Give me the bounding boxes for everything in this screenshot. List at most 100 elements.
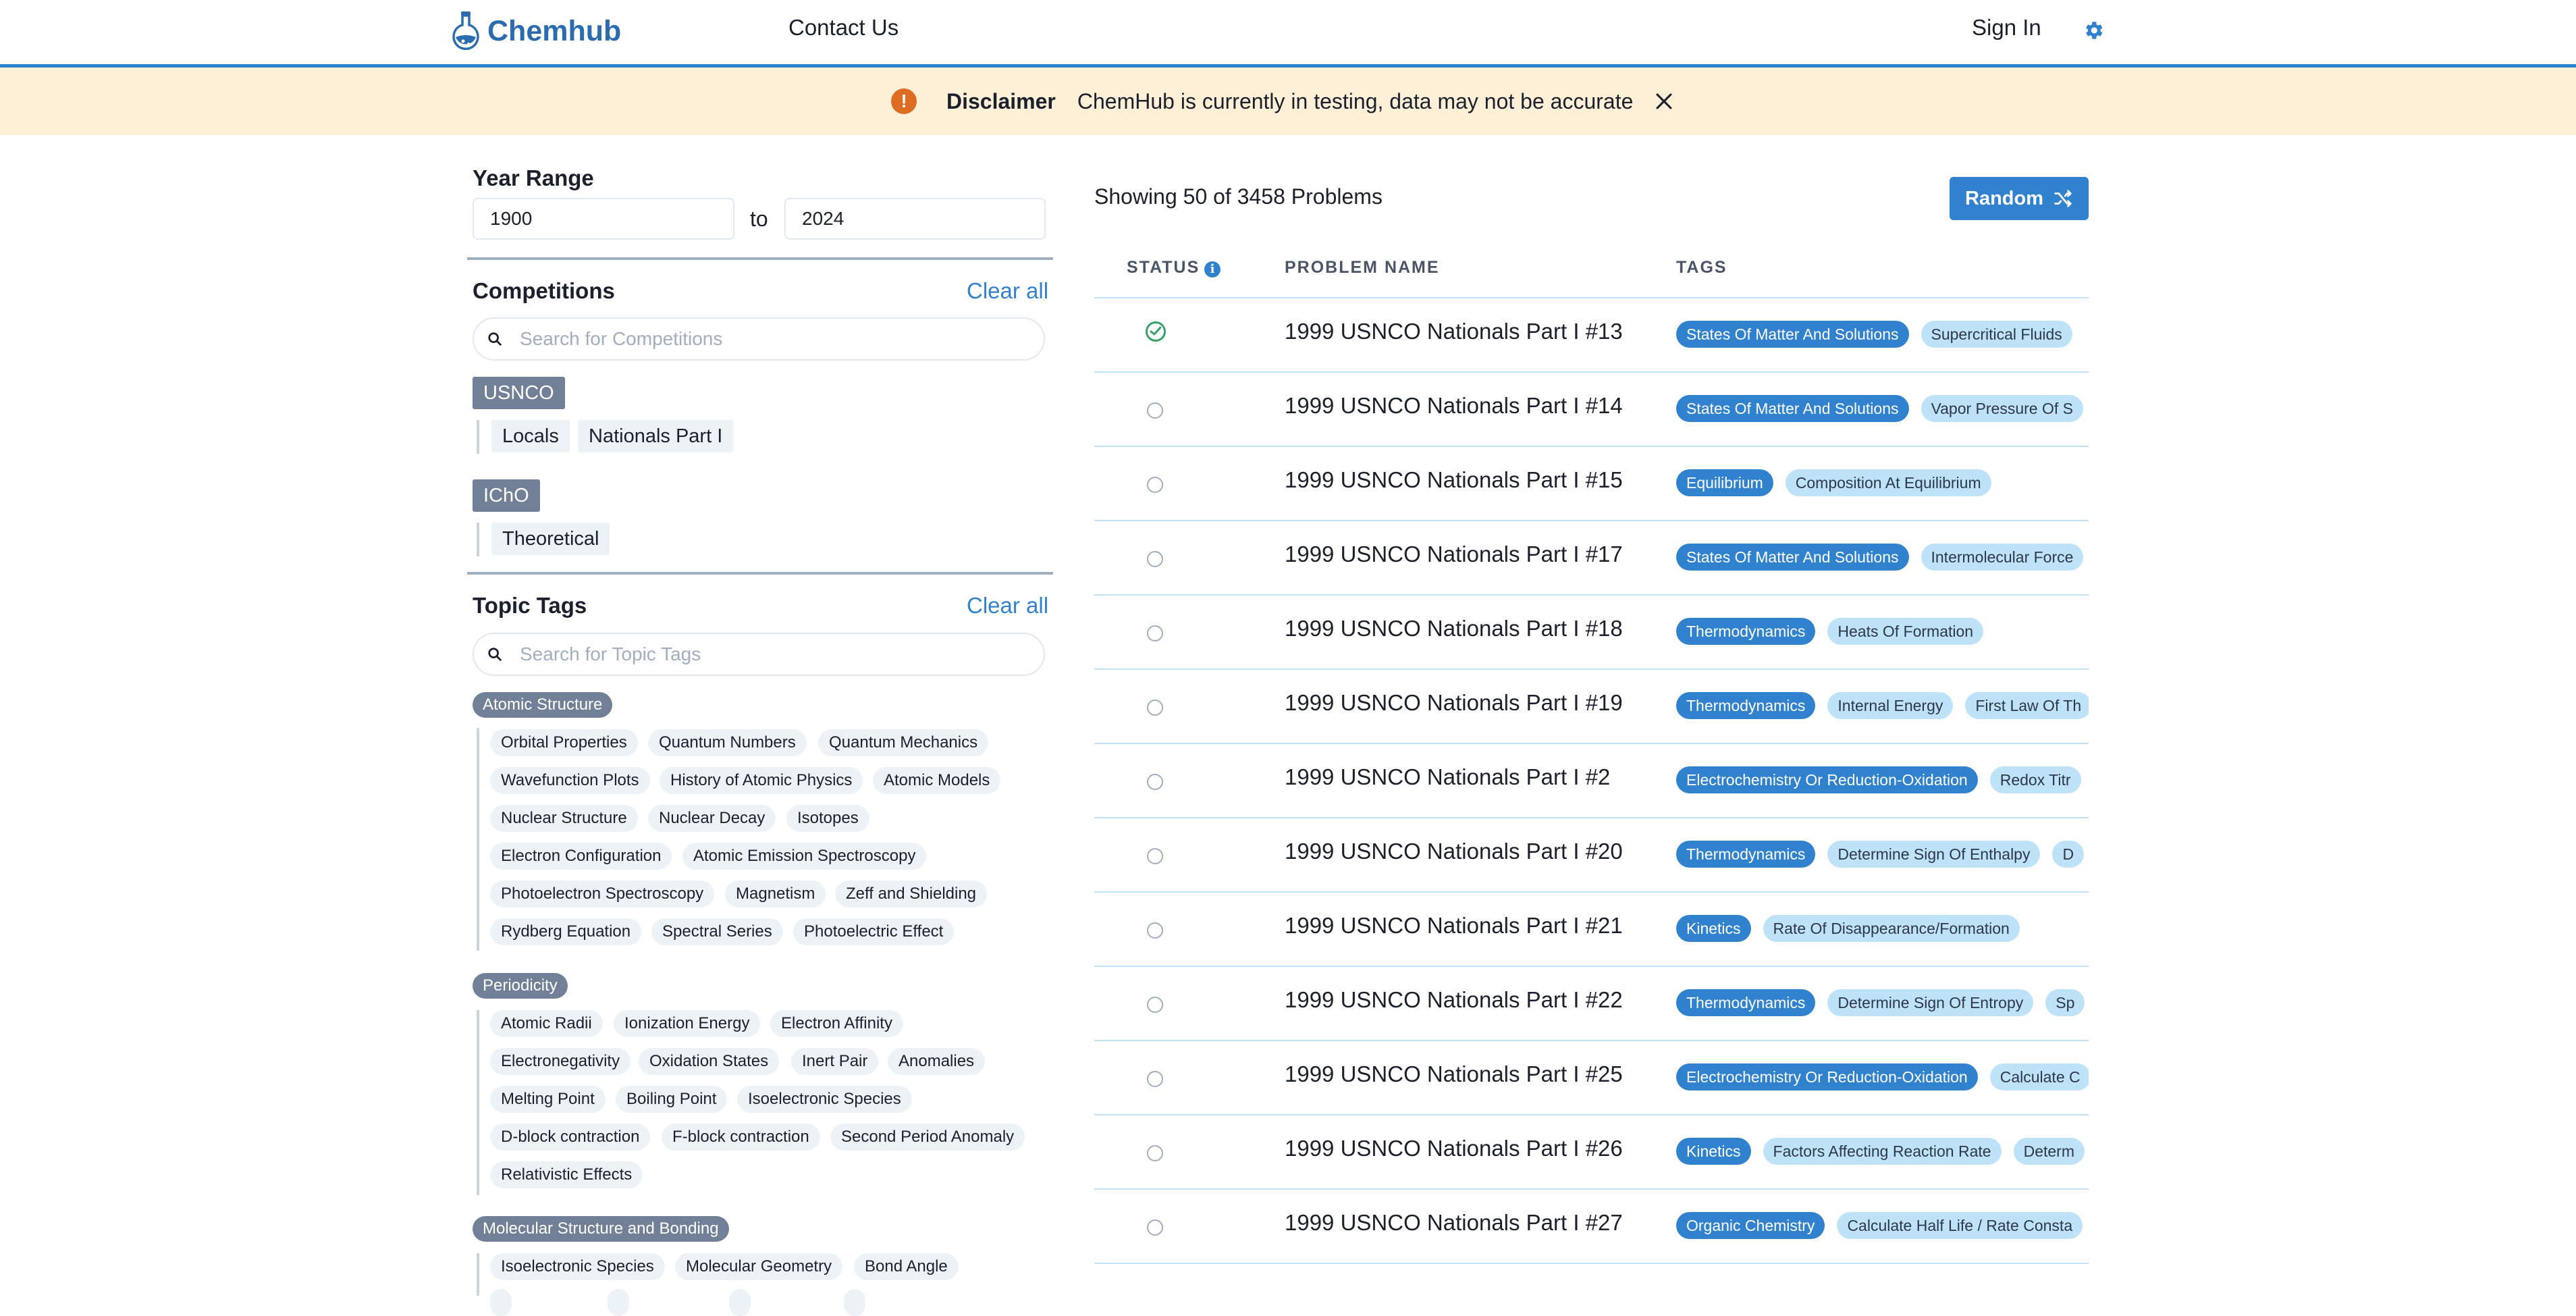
topic-tag[interactable]: Second Period Anomaly bbox=[830, 1124, 1025, 1151]
topic-tag[interactable]: Zeff and Shielding bbox=[835, 880, 988, 907]
problem-name[interactable]: 1999 USNCO Nationals Part I #17 bbox=[1285, 542, 1623, 567]
problem-tag[interactable]: States Of Matter And Solutions bbox=[1676, 395, 1909, 422]
topic-tag[interactable]: Molecular Geometry bbox=[675, 1253, 843, 1280]
table-row[interactable]: 1999 USNCO Nationals Part I #19 Thermodyn… bbox=[1094, 668, 2089, 743]
problem-name[interactable]: 1999 USNCO Nationals Part I #20 bbox=[1285, 839, 1623, 864]
table-row[interactable]: 1999 USNCO Nationals Part I #15 Equilibri… bbox=[1094, 446, 2089, 520]
topic-tag[interactable]: Spectral Series bbox=[651, 918, 783, 945]
competition-usnco[interactable]: USNCO bbox=[473, 377, 565, 409]
topic-tag[interactable]: Electronegativity bbox=[490, 1048, 631, 1075]
topic-tag[interactable]: F-block contraction bbox=[662, 1124, 820, 1151]
problem-tag[interactable]: Thermodynamics bbox=[1676, 618, 1816, 645]
table-row[interactable] bbox=[1094, 1263, 2089, 1296]
problem-name[interactable]: 1999 USNCO Nationals Part I #21 bbox=[1285, 913, 1623, 939]
topic-tag[interactable]: Ionization Energy bbox=[614, 1010, 761, 1037]
topic-tag[interactable]: Oxidation States bbox=[639, 1048, 780, 1075]
table-row[interactable]: 1999 USNCO Nationals Part I #20 Thermodyn… bbox=[1094, 817, 2089, 891]
topic-category-periodicity[interactable]: Periodicity bbox=[473, 973, 568, 999]
topic-tags-search-input[interactable]: Search for Topic Tags bbox=[473, 633, 1045, 676]
problem-tag[interactable]: First Law Of Th bbox=[1965, 692, 2089, 719]
problem-name[interactable]: 1999 USNCO Nationals Part I #19 bbox=[1285, 690, 1623, 716]
gear-icon[interactable] bbox=[2082, 19, 2105, 42]
topic-tag[interactable]: Nuclear Decay bbox=[648, 805, 776, 832]
problem-tag[interactable]: Composition At Equilibrium bbox=[1785, 469, 1991, 496]
problem-tag[interactable]: Determine Sign Of Entropy bbox=[1827, 989, 2034, 1016]
close-icon[interactable] bbox=[1653, 90, 1675, 113]
status-unsolved-icon[interactable] bbox=[1147, 774, 1163, 790]
problem-tag[interactable]: Determ bbox=[2013, 1138, 2085, 1165]
topic-tag[interactable] bbox=[608, 1289, 629, 1316]
topic-tag[interactable]: Isotopes bbox=[786, 805, 869, 832]
topic-tag[interactable]: Magnetism bbox=[725, 880, 826, 907]
status-unsolved-icon[interactable] bbox=[1147, 625, 1163, 641]
problem-tag[interactable]: Intermolecular Force bbox=[1921, 544, 2084, 571]
topic-category-molecular-structure-bonding[interactable]: Molecular Structure and Bonding bbox=[473, 1216, 729, 1242]
problem-tag[interactable]: Vapor Pressure Of S bbox=[1921, 395, 2083, 422]
table-row[interactable]: 1999 USNCO Nationals Part I #25 Electroch… bbox=[1094, 1040, 2089, 1114]
topic-tag[interactable]: Atomic Emission Spectroscopy bbox=[682, 843, 927, 870]
table-row[interactable]: 1999 USNCO Nationals Part I #27 Organic C… bbox=[1094, 1188, 2089, 1263]
problem-name[interactable]: 1999 USNCO Nationals Part I #26 bbox=[1285, 1136, 1623, 1161]
status-unsolved-icon[interactable] bbox=[1147, 700, 1163, 716]
status-unsolved-icon[interactable] bbox=[1147, 402, 1163, 419]
topic-tag[interactable]: Rydberg Equation bbox=[490, 918, 642, 945]
problem-tag[interactable]: Electrochemistry Or Reduction-Oxidation bbox=[1676, 766, 1978, 793]
problem-tag[interactable]: States Of Matter And Solutions bbox=[1676, 544, 1909, 571]
topic-tag[interactable]: Anomalies bbox=[888, 1048, 986, 1075]
competition-icho-theoretical[interactable]: Theoretical bbox=[491, 523, 610, 555]
problem-name[interactable]: 1999 USNCO Nationals Part I #14 bbox=[1285, 393, 1623, 419]
problem-tag[interactable]: Factors Affecting Reaction Rate bbox=[1763, 1138, 2002, 1165]
table-row[interactable]: 1999 USNCO Nationals Part I #17 States Of… bbox=[1094, 520, 2089, 594]
topic-tag[interactable]: Bond Angle bbox=[854, 1253, 959, 1280]
year-to-input[interactable]: 2024 bbox=[784, 198, 1046, 240]
problem-tag[interactable]: Electrochemistry Or Reduction-Oxidation bbox=[1676, 1063, 1978, 1090]
problem-tag[interactable]: Kinetics bbox=[1676, 1138, 1751, 1165]
problem-tag[interactable]: Internal Energy bbox=[1827, 692, 1954, 719]
problem-name[interactable]: 1999 USNCO Nationals Part I #2 bbox=[1285, 764, 1610, 790]
problem-tag[interactable]: Calculate C bbox=[1989, 1063, 2089, 1090]
problem-name[interactable]: 1999 USNCO Nationals Part I #22 bbox=[1285, 987, 1623, 1013]
problem-name[interactable]: 1999 USNCO Nationals Part I #27 bbox=[1285, 1210, 1623, 1236]
info-icon[interactable]: i bbox=[1204, 261, 1220, 278]
nav-sign-in[interactable]: Sign In bbox=[1972, 15, 2041, 41]
problem-name[interactable]: 1999 USNCO Nationals Part I #15 bbox=[1285, 467, 1623, 493]
table-row[interactable]: 1999 USNCO Nationals Part I #22 Thermodyn… bbox=[1094, 966, 2089, 1040]
competition-icho[interactable]: IChO bbox=[473, 479, 540, 512]
problem-tag[interactable]: Rate Of Disappearance/Formation bbox=[1763, 915, 2020, 942]
problem-tag[interactable]: D bbox=[2052, 841, 2085, 868]
topic-tags-clear-all[interactable]: Clear all bbox=[967, 593, 1048, 618]
status-unsolved-icon[interactable] bbox=[1147, 1145, 1163, 1161]
competition-usnco-locals[interactable]: Locals bbox=[491, 420, 570, 452]
topic-tag[interactable]: Boiling Point bbox=[616, 1086, 728, 1113]
topic-tag[interactable]: Photoelectric Effect bbox=[793, 918, 955, 945]
problem-tag[interactable]: Kinetics bbox=[1676, 915, 1751, 942]
status-unsolved-icon[interactable] bbox=[1147, 551, 1163, 567]
problem-tag[interactable]: Thermodynamics bbox=[1676, 841, 1816, 868]
topic-tag[interactable]: Atomic Models bbox=[873, 767, 1001, 794]
problem-name[interactable]: 1999 USNCO Nationals Part I #18 bbox=[1285, 616, 1623, 641]
competition-usnco-nationals-part-1[interactable]: Nationals Part I bbox=[578, 420, 734, 452]
problem-name[interactable]: 1999 USNCO Nationals Part I #25 bbox=[1285, 1061, 1623, 1087]
problem-tag[interactable]: Supercritical Fluids bbox=[1921, 321, 2072, 348]
table-row[interactable]: 1999 USNCO Nationals Part I #21 Kinetics R… bbox=[1094, 891, 2089, 966]
problem-tag[interactable]: Calculate Half Life / Rate Consta bbox=[1837, 1212, 2083, 1239]
topic-tag[interactable]: Relativistic Effects bbox=[490, 1161, 643, 1188]
problem-tag[interactable]: Sp bbox=[2045, 989, 2085, 1016]
topic-tag[interactable]: Quantum Numbers bbox=[648, 729, 807, 756]
logo[interactable]: Chemhub bbox=[451, 9, 621, 53]
topic-tag[interactable]: Quantum Mechanics bbox=[818, 729, 989, 756]
topic-tag[interactable]: Wavefunction Plots bbox=[490, 767, 650, 794]
topic-tag[interactable] bbox=[844, 1289, 865, 1316]
topic-tag[interactable]: Electron Configuration bbox=[490, 843, 672, 870]
status-unsolved-icon[interactable] bbox=[1147, 848, 1163, 864]
status-unsolved-icon[interactable] bbox=[1147, 997, 1163, 1013]
table-row[interactable]: 1999 USNCO Nationals Part I #2 Electroche… bbox=[1094, 743, 2089, 817]
problem-tag[interactable]: Determine Sign Of Enthalpy bbox=[1827, 841, 2041, 868]
competitions-clear-all[interactable]: Clear all bbox=[967, 278, 1048, 304]
topic-tag[interactable]: Isoelectronic Species bbox=[490, 1253, 665, 1280]
status-solved-icon[interactable] bbox=[1146, 321, 1166, 342]
status-unsolved-icon[interactable] bbox=[1147, 1219, 1163, 1236]
problem-tag[interactable]: States Of Matter And Solutions bbox=[1676, 321, 1909, 348]
problem-tag[interactable]: Equilibrium bbox=[1676, 469, 1773, 496]
table-row[interactable]: 1999 USNCO Nationals Part I #18 Thermodyn… bbox=[1094, 594, 2089, 668]
